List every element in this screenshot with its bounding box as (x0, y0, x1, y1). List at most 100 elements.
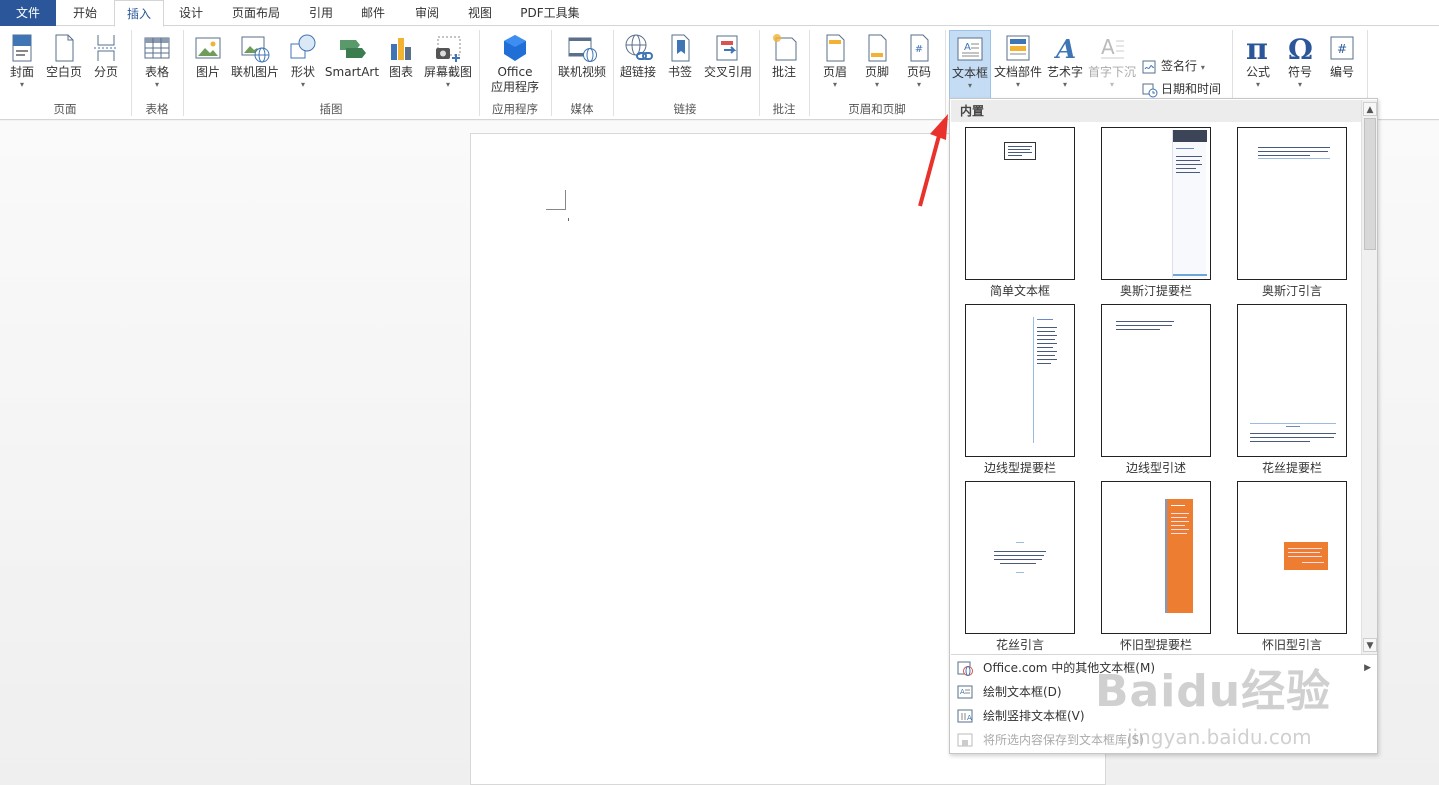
gallery-item-line-quote[interactable] (1101, 304, 1211, 457)
gallery-item-austin-sidebar[interactable] (1101, 127, 1211, 280)
shapes-icon (290, 34, 316, 59)
blank-page-button[interactable]: 空白页 (44, 30, 84, 100)
dropcap-button[interactable]: A 首字下沉 ▾ (1087, 30, 1137, 100)
gallery-item-filigree-quote[interactable] (965, 481, 1075, 634)
thumb-orange-quote (1284, 542, 1328, 570)
footer-button[interactable]: 页脚 ▾ (858, 30, 896, 100)
gallery-item-retro-sidebar[interactable] (1101, 481, 1211, 634)
picture-icon (195, 37, 221, 59)
shapes-button[interactable]: 形状 ▾ (285, 30, 321, 100)
gallery-item-retro-quote[interactable] (1237, 481, 1347, 634)
screenshot-icon (436, 36, 461, 62)
dropdown-arrow-icon: ▾ (832, 80, 837, 89)
svg-text:π: π (1246, 32, 1268, 64)
dropdown-arrow-icon: ▾ (154, 80, 159, 89)
quick-parts-button[interactable]: 文档部件 ▾ (993, 30, 1043, 100)
dropdown-arrow-icon: ▾ (1015, 80, 1020, 89)
dropdown-arrow-icon: ▾ (916, 80, 921, 89)
page-break-button[interactable]: 分页 (88, 30, 124, 100)
scrollbar-thumb[interactable] (1364, 118, 1376, 250)
cover-page-icon (12, 34, 32, 62)
draw-textbox-icon: A (957, 685, 973, 699)
tab-home[interactable]: 开始 (58, 0, 112, 26)
smartart-label: SmartArt (324, 65, 380, 79)
gallery-item-label: 花丝引言 (995, 638, 1044, 652)
signature-label: 签名行 (1161, 59, 1198, 73)
office-apps-button[interactable]: Office 应用程序 (484, 30, 546, 100)
group-separator (945, 30, 946, 116)
online-picture-label: 联机图片 (230, 65, 279, 79)
dropdown-arrow-icon: ▾ (1109, 80, 1114, 89)
baidu-watermark: Baidu经验 jingyan.baidu.com (1095, 655, 1331, 749)
tab-mailings[interactable]: 邮件 (348, 0, 398, 26)
hyperlink-icon (625, 34, 653, 60)
gallery-item-label: 边线型引述 (1125, 461, 1186, 475)
chart-label: 图表 (388, 65, 413, 79)
gallery-item-line-sidebar[interactable] (965, 304, 1075, 457)
cover-button[interactable]: 封面 ▾ (4, 30, 40, 100)
smartart-icon (340, 40, 366, 58)
text-cursor (568, 218, 569, 221)
wordart-button[interactable]: A 艺术字 ▾ (1045, 30, 1085, 100)
gallery-item-label: 奥斯汀提要栏 (1119, 284, 1192, 298)
office-apps-label-2: 应用程序 (490, 80, 539, 94)
svg-text:A: A (967, 714, 972, 722)
cross-reference-button[interactable]: 交叉引用 (702, 30, 754, 100)
gallery-item-label: 怀旧型引言 (1261, 638, 1322, 652)
menu-item-label: 将所选内容保存到文本框库(S) (983, 733, 1144, 747)
smartart-button[interactable]: SmartArt (324, 30, 380, 100)
header-button[interactable]: 页眉 ▾ (816, 30, 854, 100)
svg-text:A: A (1101, 35, 1115, 59)
number-button[interactable]: # 编号 (1322, 30, 1362, 100)
office-online-icon (957, 661, 973, 676)
scroll-up-icon[interactable]: ▲ (1363, 102, 1377, 116)
bookmark-button[interactable]: 书签 (662, 30, 698, 100)
table-button[interactable]: 表格 ▾ (138, 30, 176, 100)
tab-view[interactable]: 视图 (455, 0, 505, 26)
page-number-button[interactable]: # 页码 ▾ (900, 30, 938, 100)
scroll-down-icon[interactable]: ▼ (1363, 638, 1377, 652)
thumb-sidebar-preview (1172, 130, 1207, 278)
picture-button[interactable]: 图片 (190, 30, 226, 100)
bookmark-label: 书签 (667, 65, 692, 79)
online-video-button[interactable]: 联机视频 (556, 30, 608, 100)
gallery-item-austin-quote[interactable] (1237, 127, 1347, 280)
menu-item-label: 绘制文本框(D) (983, 685, 1062, 699)
submenu-arrow-icon: ▶ (1364, 663, 1371, 673)
tab-design[interactable]: 设计 (166, 0, 216, 26)
tab-references[interactable]: 引用 (296, 0, 346, 26)
datetime-button[interactable]: 日期和时间 (1142, 79, 1221, 99)
online-picture-button[interactable]: 联机图片 (230, 30, 280, 100)
textbox-button[interactable]: A 文本框 ▾ (949, 30, 991, 100)
pi-icon: π (1246, 32, 1268, 64)
gallery-scrollbar[interactable]: ▲ ▼ (1361, 100, 1377, 654)
comment-button[interactable]: 批注 (765, 30, 803, 100)
tab-pdf-tools[interactable]: PDF工具集 (508, 0, 592, 26)
screenshot-button[interactable]: 屏幕截图 ▾ (422, 30, 474, 100)
equation-button[interactable]: π 公式 ▾ (1238, 30, 1278, 100)
gallery-item-label: 怀旧型提要栏 (1119, 638, 1192, 652)
tab-page-layout[interactable]: 页面布局 (220, 0, 292, 26)
tab-file[interactable]: 文件 (0, 0, 56, 26)
online-video-icon (568, 37, 597, 62)
symbol-label: 符号 (1287, 65, 1312, 79)
equation-label: 公式 (1245, 65, 1270, 79)
bookmark-icon (671, 34, 690, 62)
svg-text:A: A (960, 688, 965, 696)
group-label-media: 媒体 (570, 102, 594, 116)
signature-line-button[interactable]: 签名行 ▾ (1142, 56, 1205, 76)
ribbon-tab-bar: 文件 开始 插入 设计 页面布局 引用 邮件 审阅 视图 PDF工具集 (0, 0, 1439, 27)
tab-review[interactable]: 审阅 (402, 0, 452, 26)
gallery-item-filigree-sidebar[interactable] (1237, 304, 1347, 457)
online-video-label: 联机视频 (557, 65, 606, 79)
watermark-url: jingyan.baidu.com (1127, 725, 1312, 749)
blank-page-icon (55, 34, 74, 62)
page-break-icon (94, 35, 118, 61)
gallery-item-label: 简单文本框 (989, 284, 1050, 298)
tab-insert[interactable]: 插入 (114, 0, 164, 27)
hyperlink-button[interactable]: 超链接 (618, 30, 658, 100)
textbox-icon: A (957, 37, 983, 61)
gallery-item-simple-textbox[interactable] (965, 127, 1075, 280)
chart-button[interactable]: 图表 (384, 30, 418, 100)
symbol-button[interactable]: Ω 符号 ▾ (1280, 30, 1320, 100)
